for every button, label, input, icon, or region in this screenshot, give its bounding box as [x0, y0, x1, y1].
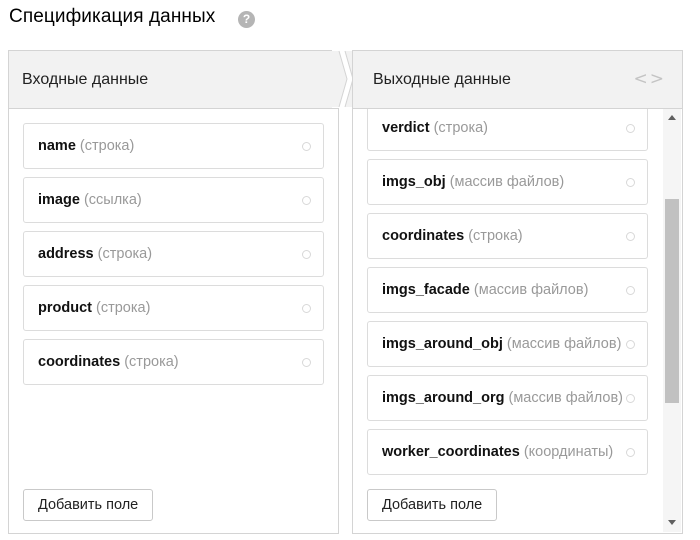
field-type: (массив файлов)	[473, 282, 589, 298]
field-type: (строка)	[97, 246, 153, 262]
field-type: (ссылка)	[83, 192, 142, 208]
field-label: verdict (строка)	[382, 120, 488, 136]
field-label: coordinates (строка)	[382, 228, 523, 244]
field-label: imgs_obj (массив файлов)	[382, 174, 565, 190]
radio-circle-icon[interactable]	[626, 286, 635, 295]
scroll-down-arrow-icon[interactable]	[668, 520, 676, 525]
output-panel-title: Выходные данные	[373, 71, 511, 88]
radio-circle-icon[interactable]	[302, 304, 311, 313]
code-brackets-icon[interactable]: <>	[634, 69, 667, 89]
field-type: (массив файлов)	[508, 390, 624, 406]
input-field-name[interactable]: name (строка)	[23, 123, 324, 169]
field-type: (строка)	[96, 300, 151, 316]
add-output-field-button[interactable]: Добавить поле	[367, 489, 498, 521]
scrollbar-thumb[interactable]	[665, 199, 679, 403]
scroll-up-arrow-icon[interactable]	[668, 115, 676, 120]
output-field-imgs-facade[interactable]: imgs_facade (массив файлов)	[367, 267, 648, 313]
output-panel-header: Выходные данные <>	[353, 51, 682, 109]
field-label: product (строка)	[38, 300, 151, 316]
output-field-imgs-obj[interactable]: imgs_obj (массив файлов)	[367, 159, 648, 205]
field-label: image (ссылка)	[38, 192, 142, 208]
field-label: worker_coordinates (координаты)	[382, 444, 614, 460]
field-type: (строка)	[468, 228, 523, 244]
field-label: name (строка)	[38, 138, 135, 154]
radio-circle-icon[interactable]	[302, 142, 311, 151]
field-label: imgs_around_org (массив файлов)	[382, 390, 624, 406]
input-data-panel: Входные данные name (строка) image (ссыл…	[8, 50, 339, 534]
radio-circle-icon[interactable]	[626, 124, 635, 133]
radio-circle-icon[interactable]	[626, 340, 635, 349]
field-type: (массив файлов)	[506, 336, 622, 352]
field-type: (координаты)	[523, 444, 614, 460]
question-circle-icon[interactable]: ?	[238, 11, 255, 28]
input-field-image[interactable]: image (ссылка)	[23, 177, 324, 223]
field-label: imgs_facade (массив файлов)	[382, 282, 589, 298]
output-scrollbar[interactable]	[663, 109, 681, 532]
input-field-coordinates[interactable]: coordinates (строка)	[23, 339, 324, 385]
field-label: coordinates (строка)	[38, 354, 179, 370]
input-field-product[interactable]: product (строка)	[23, 285, 324, 331]
output-data-panel: Выходные данные <> verdict (строка) imgs…	[352, 50, 683, 534]
input-field-address[interactable]: address (строка)	[23, 231, 324, 277]
output-field-verdict[interactable]: verdict (строка)	[367, 109, 648, 151]
radio-circle-icon[interactable]	[302, 250, 311, 259]
field-type: (строка)	[79, 138, 135, 154]
input-panel-header: Входные данные	[9, 51, 338, 109]
field-label: imgs_around_obj (массив файлов)	[382, 336, 622, 352]
radio-circle-icon[interactable]	[302, 196, 311, 205]
field-type: (массив файлов)	[449, 174, 565, 190]
output-field-imgs-around-obj[interactable]: imgs_around_obj (массив файлов)	[367, 321, 648, 367]
radio-circle-icon[interactable]	[626, 178, 635, 187]
output-fields-scroll-area[interactable]: verdict (строка) imgs_obj (массив файлов…	[353, 109, 662, 532]
add-input-field-button[interactable]: Добавить поле	[23, 489, 154, 521]
input-panel-title: Входные данные	[22, 71, 149, 88]
output-field-coordinates[interactable]: coordinates (строка)	[367, 213, 648, 259]
output-field-worker-coordinates[interactable]: worker_coordinates (координаты)	[367, 429, 648, 475]
radio-circle-icon[interactable]	[302, 358, 311, 367]
radio-circle-icon[interactable]	[626, 448, 635, 457]
field-type: (строка)	[124, 354, 179, 370]
output-field-imgs-around-org[interactable]: imgs_around_org (массив файлов)	[367, 375, 648, 421]
page-title: Спецификация данных	[9, 6, 216, 27]
radio-circle-icon[interactable]	[626, 232, 635, 241]
panel-arrow-separator	[332, 50, 354, 108]
field-label: address (строка)	[38, 246, 153, 262]
field-type: (строка)	[433, 120, 488, 136]
radio-circle-icon[interactable]	[626, 394, 635, 403]
